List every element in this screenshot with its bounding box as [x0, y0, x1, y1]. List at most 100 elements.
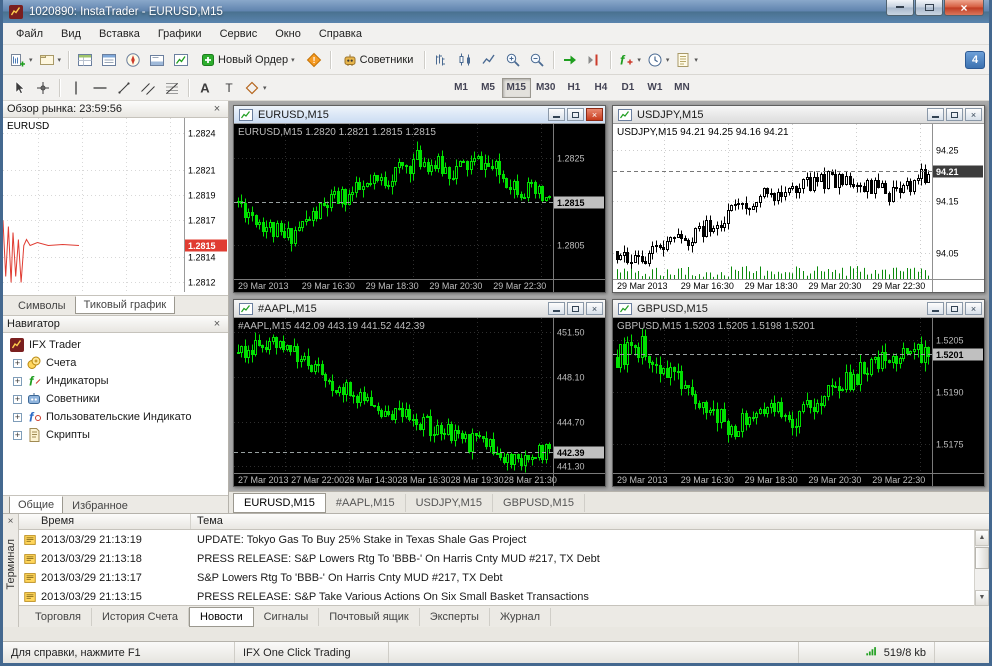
column-header-subject[interactable]: Тема	[191, 514, 989, 529]
tick-chart[interactable]: 1.2824 1.2821 1.2819 1.2817 1.2814 1.2812 1.28…	[2, 118, 228, 296]
market-watch-toggle[interactable]	[73, 48, 97, 72]
news-row[interactable]: 2013/03/29 21:13:17 S&P Lowers Rtg To 'BB…	[19, 568, 989, 587]
scroll-down-icon[interactable]: ▼	[975, 590, 989, 606]
new-chart-button[interactable]: ▾	[7, 48, 36, 72]
navigator-toggle[interactable]	[121, 48, 145, 72]
chart-window-titlebar[interactable]: GBPUSD,M15 ×	[613, 300, 984, 318]
timeframe-m1[interactable]: M1	[448, 78, 475, 98]
news-row[interactable]: 2013/03/29 21:13:19 UPDATE: Tokyo Gas To …	[19, 530, 989, 549]
channel-tool[interactable]	[136, 76, 160, 100]
tree-item[interactable]: + f Пользовательские Индикато	[5, 408, 226, 426]
navigator-close-icon[interactable]: ×	[210, 318, 224, 330]
chart-minimize-button[interactable]	[548, 108, 565, 121]
chart-window-titlebar[interactable]: EURUSD,M15 ×	[234, 106, 605, 124]
expert-advisors-button[interactable]: Советники	[335, 48, 421, 72]
chart-canvas-aapl[interactable]: 451.50 448.10 444.70 441.30 442.39 27 Mar 201…	[234, 318, 605, 486]
terminal-tab[interactable]: Торговля	[25, 607, 92, 626]
terminal-toggle[interactable]	[145, 48, 169, 72]
chart-close-button[interactable]: ×	[965, 302, 982, 315]
scroll-up-icon[interactable]: ▲	[975, 530, 989, 546]
terminal-tab[interactable]: Почтовый ящик	[319, 607, 420, 626]
chart-minimize-button[interactable]	[927, 108, 944, 121]
menu-item-4[interactable]: Сервис	[211, 25, 267, 43]
terminal-tab[interactable]: История Счета	[92, 607, 190, 626]
expand-icon[interactable]: +	[13, 430, 22, 440]
close-button[interactable]: ×	[944, 0, 984, 16]
expand-icon[interactable]: +	[13, 358, 22, 368]
cursor-tool[interactable]	[7, 76, 31, 100]
chart-tab[interactable]: #AAPL,M15	[326, 493, 406, 512]
chart-tab[interactable]: GBPUSD,M15	[493, 493, 585, 512]
indicators-button[interactable]: f ▾	[615, 48, 644, 72]
menu-item-0[interactable]: Файл	[7, 25, 52, 43]
candlestick-mode-button[interactable]	[453, 48, 477, 72]
text-label-tool[interactable]: T	[217, 76, 241, 100]
text-tool[interactable]: A	[193, 76, 217, 100]
menu-item-3[interactable]: Графики	[149, 25, 211, 43]
chart-minimize-button[interactable]	[548, 302, 565, 315]
vertical-line-tool[interactable]	[64, 76, 88, 100]
chart-canvas-eurusd[interactable]: 1.2825 1.2805 1.2815 29 Mar 2013 29 Mar 16:3…	[234, 124, 605, 292]
charts-counter-button[interactable]: 4	[965, 50, 985, 69]
terminal-tab[interactable]: Эксперты	[420, 607, 490, 626]
timeframe-h4[interactable]: H4	[587, 78, 614, 98]
terminal-tab[interactable]: Сигналы	[254, 607, 320, 626]
maximize-button[interactable]	[915, 0, 943, 16]
data-window-toggle[interactable]	[97, 48, 121, 72]
timeframe-w1[interactable]: W1	[641, 78, 668, 98]
news-row[interactable]: 2013/03/29 21:13:15 PRESS RELEASE: S&P Ta…	[19, 587, 989, 605]
horizontal-line-tool[interactable]	[88, 76, 112, 100]
chart-tab[interactable]: USDJPY,M15	[406, 493, 494, 512]
terminal-scrollbar[interactable]: ▲ ▼	[974, 530, 989, 606]
tree-item[interactable]: IFX Trader	[5, 336, 226, 354]
chart-maximize-button[interactable]	[946, 108, 963, 121]
chart-window-titlebar[interactable]: USDJPY,M15 ×	[613, 106, 984, 124]
menu-item-1[interactable]: Вид	[52, 25, 90, 43]
auto-scroll-toggle[interactable]	[558, 48, 582, 72]
timeframe-m30[interactable]: M30	[531, 78, 560, 98]
strategy-tester-toggle[interactable]	[169, 48, 193, 72]
chart-close-button[interactable]: ×	[586, 108, 603, 121]
expand-icon[interactable]: +	[13, 412, 22, 422]
chart-window-titlebar[interactable]: #AAPL,M15 ×	[234, 300, 605, 318]
tree-item[interactable]: + Скрипты	[5, 426, 226, 444]
chart-close-button[interactable]: ×	[965, 108, 982, 121]
trendline-tool[interactable]	[112, 76, 136, 100]
chart-canvas-gbpusd[interactable]: 1.5205 1.5190 1.5175 1.5201 29 Mar 2013 29 Ma…	[613, 318, 984, 486]
chart-maximize-button[interactable]	[567, 302, 584, 315]
line-chart-mode-button[interactable]	[477, 48, 501, 72]
bar-chart-mode-button[interactable]	[429, 48, 453, 72]
chart-maximize-button[interactable]	[946, 302, 963, 315]
timeframe-h1[interactable]: H1	[560, 78, 587, 98]
market-watch-tab[interactable]: Символы	[9, 297, 75, 315]
title-bar[interactable]: 1020890: InstaTrader - EURUSD,M15 ×	[3, 0, 989, 23]
navigator-tab[interactable]: Общие	[9, 495, 64, 514]
crosshair-tool[interactable]	[31, 76, 55, 100]
terminal-close-icon[interactable]: ×	[8, 516, 14, 527]
minimize-button[interactable]	[886, 0, 914, 16]
shapes-dropdown[interactable]: ▾	[241, 76, 270, 100]
periods-button[interactable]: ▾	[644, 48, 673, 72]
profiles-button[interactable]: ▾	[36, 48, 65, 72]
zoom-in-button[interactable]	[501, 48, 525, 72]
news-alert-button[interactable]: !	[302, 48, 326, 72]
chart-tab[interactable]: EURUSD,M15	[233, 492, 326, 513]
tree-item[interactable]: + f Индикаторы	[5, 372, 226, 390]
fibonacci-tool[interactable]	[160, 76, 184, 100]
scrollbar-thumb[interactable]	[975, 547, 989, 569]
news-row[interactable]: 2013/03/29 21:13:18 PRESS RELEASE: S&P Lo…	[19, 549, 989, 568]
market-watch-tab[interactable]: Тиковый график	[74, 295, 176, 314]
menu-item-2[interactable]: Вставка	[90, 25, 149, 43]
timeframe-m5[interactable]: M5	[475, 78, 502, 98]
menu-item-6[interactable]: Справка	[310, 25, 371, 43]
timeframe-m15[interactable]: M15	[501, 77, 531, 98]
zoom-out-button[interactable]	[525, 48, 549, 72]
chart-canvas-usdjpy[interactable]: 94.25 94.15 94.05 94.21 29 Mar 2013 29 Mar 16…	[613, 124, 984, 292]
chart-minimize-button[interactable]	[927, 302, 944, 315]
chart-shift-toggle[interactable]	[582, 48, 606, 72]
tree-item[interactable]: + Счета	[5, 354, 226, 372]
terminal-tab[interactable]: Новости	[189, 606, 254, 627]
chart-maximize-button[interactable]	[567, 108, 584, 121]
tree-item[interactable]: + Советники	[5, 390, 226, 408]
terminal-tab[interactable]: Журнал	[490, 607, 552, 626]
